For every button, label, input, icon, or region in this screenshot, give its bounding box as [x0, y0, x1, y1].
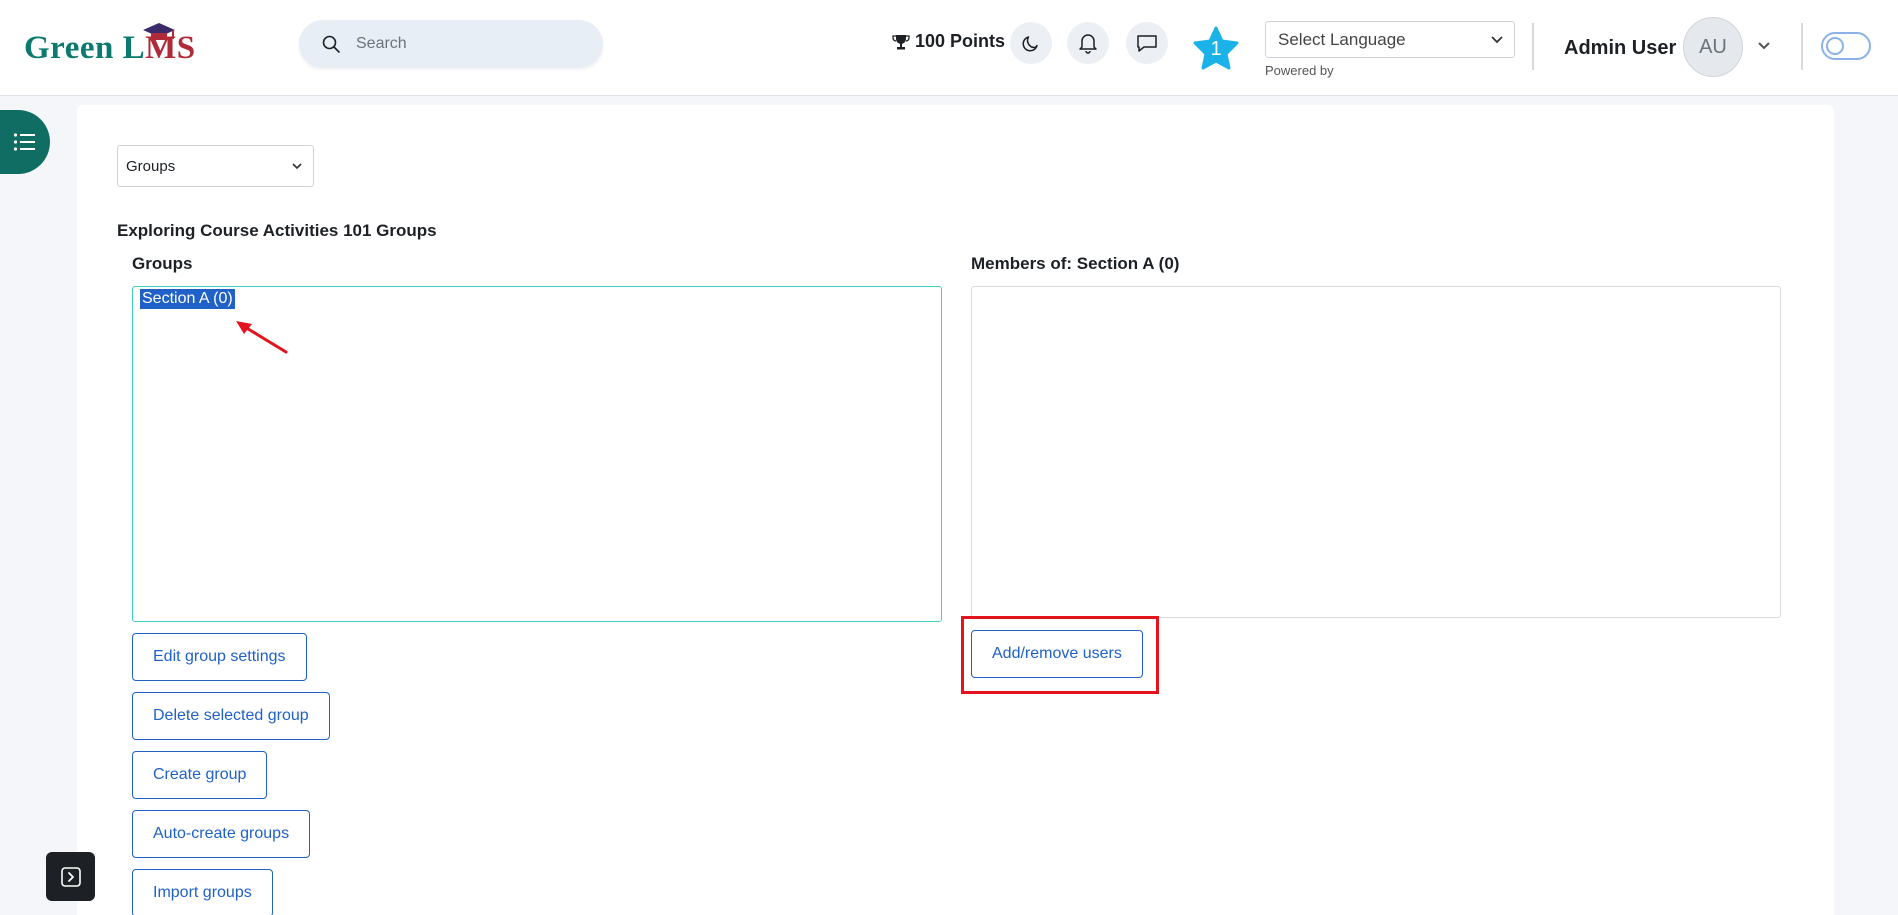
members-label: Members of: Section A (0): [971, 254, 1180, 273]
menu-list-icon: [13, 133, 35, 151]
search-icon: [322, 35, 340, 53]
user-menu-chevron-down-icon[interactable]: [1756, 38, 1772, 54]
mode-toggle-switch[interactable]: [1821, 32, 1871, 60]
user-name[interactable]: Admin User: [1564, 37, 1676, 60]
page-title: Exploring Course Activities 101 Groups: [117, 221, 437, 240]
highlight-annotation-box: [961, 616, 1159, 694]
sidebar-toggle-icon: [60, 866, 81, 887]
top-navbar: Green LMS 100 Points: [0, 0, 1898, 96]
notifications-button[interactable]: [1067, 22, 1109, 64]
points-display[interactable]: 100 Points: [892, 31, 1005, 52]
arrow-annotation-icon: [236, 321, 288, 354]
logo-text-green: Green L: [24, 29, 146, 66]
avatar[interactable]: AU: [1683, 17, 1743, 77]
star-count: 1: [1210, 38, 1222, 60]
chat-icon: [1137, 35, 1157, 52]
points-label: 100 Points: [915, 31, 1006, 51]
language-select[interactable]: Select Language: [1265, 21, 1515, 58]
chevron-down-icon: [292, 163, 302, 170]
toggle-knob: [1826, 37, 1844, 55]
graduation-cap-icon: [143, 23, 175, 40]
messages-button[interactable]: [1126, 22, 1168, 64]
chevron-down-icon: [1491, 36, 1503, 44]
dark-mode-button[interactable]: [1010, 22, 1052, 64]
moon-icon: [1022, 36, 1038, 52]
search-bar[interactable]: [299, 20, 603, 68]
tertiary-navigation-select[interactable]: Groups: [117, 145, 314, 187]
search-input[interactable]: [356, 32, 586, 56]
page-select-value: Groups: [126, 157, 176, 175]
language-selected: Select Language: [1278, 29, 1406, 49]
members-listbox[interactable]: [971, 286, 1781, 618]
create-group-button[interactable]: Create group: [132, 751, 268, 799]
divider: [1801, 23, 1803, 70]
level-star-badge[interactable]: 1: [1193, 26, 1239, 70]
edit-group-settings-button[interactable]: Edit group settings: [132, 633, 307, 681]
footer-popover-button[interactable]: [46, 852, 95, 901]
delete-selected-group-button[interactable]: Delete selected group: [132, 692, 330, 740]
groups-label: Groups: [132, 254, 193, 273]
import-groups-button[interactable]: Import groups: [132, 869, 273, 915]
group-option-section-a[interactable]: Section A (0): [140, 289, 235, 309]
trophy-icon: [892, 34, 910, 49]
divider: [1532, 23, 1534, 70]
course-index-drawer-button[interactable]: [0, 110, 50, 174]
powered-by-label: Powered by: [1265, 63, 1334, 78]
bell-icon: [1079, 34, 1097, 54]
auto-create-groups-button[interactable]: Auto-create groups: [132, 810, 311, 858]
green-lms-logo[interactable]: Green LMS: [24, 23, 196, 68]
